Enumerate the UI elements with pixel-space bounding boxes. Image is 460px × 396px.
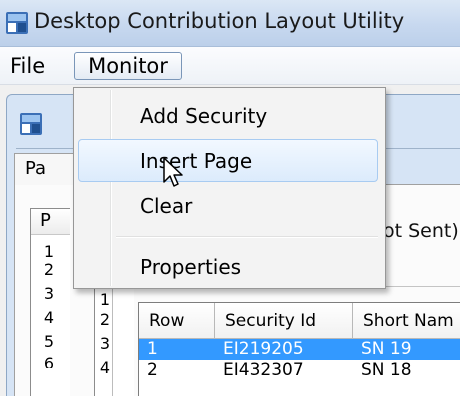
row-list-numbers: 1 2 3 4	[96, 290, 112, 396]
menu-gutter-divider-highlight	[111, 90, 112, 286]
column-header-security-id[interactable]: Security Id	[215, 303, 353, 339]
menu-monitor[interactable]: Monitor	[74, 52, 182, 80]
list-item[interactable]: 4	[24, 310, 54, 326]
cell-row[interactable]: 2	[139, 360, 215, 381]
menu-item-insert-page[interactable]: Insert Page	[140, 149, 252, 173]
cell-security-id[interactable]: EI219205	[215, 339, 353, 360]
mouse-cursor-icon	[163, 157, 183, 187]
list-item[interactable]: 1	[96, 292, 110, 308]
column-header-row[interactable]: Row	[139, 303, 215, 339]
child-window-icon	[20, 113, 42, 135]
list-item[interactable]: 6	[24, 356, 54, 368]
page-list-numbers: 1 2 3 4 5 6	[34, 240, 64, 396]
app-window-icon	[6, 12, 28, 34]
table-row[interactable]: 2 EI432307 SN 18	[139, 360, 460, 381]
cell-short-name[interactable]: SN 19	[353, 339, 460, 360]
list-item[interactable]: 4	[96, 360, 110, 376]
cell-row[interactable]: 1	[139, 339, 215, 360]
tab-pages[interactable]: Pa	[14, 153, 76, 185]
menu-item-clear[interactable]: Clear	[140, 194, 192, 218]
menu-bar	[0, 47, 460, 85]
menu-file[interactable]: File	[4, 52, 51, 80]
list-item[interactable]: 3	[96, 336, 110, 352]
page-list-header[interactable]: P	[31, 209, 70, 235]
list-item[interactable]: 3	[24, 286, 54, 302]
list-item[interactable]: 2	[24, 262, 54, 278]
list-item[interactable]: 1	[24, 244, 54, 260]
menu-item-add-security[interactable]: Add Security	[140, 104, 267, 128]
menu-item-properties[interactable]: Properties	[140, 255, 241, 279]
column-header-short-name[interactable]: Short Nam	[353, 303, 460, 339]
list-item[interactable]: 5	[24, 334, 54, 350]
cell-security-id[interactable]: EI432307	[215, 360, 353, 381]
menu-separator-highlight	[116, 237, 378, 238]
status-label: ot Sent)	[383, 220, 459, 242]
cell-short-name[interactable]: SN 18	[353, 360, 460, 381]
window-title: Desktop Contribution Layout Utility	[34, 9, 405, 33]
list-item[interactable]: 2	[96, 312, 110, 328]
security-grid[interactable]: Row Security Id Short Nam 1 EI219205 SN …	[138, 302, 460, 396]
row-list-divider	[112, 288, 113, 396]
table-row[interactable]: 1 EI219205 SN 19	[139, 339, 460, 360]
